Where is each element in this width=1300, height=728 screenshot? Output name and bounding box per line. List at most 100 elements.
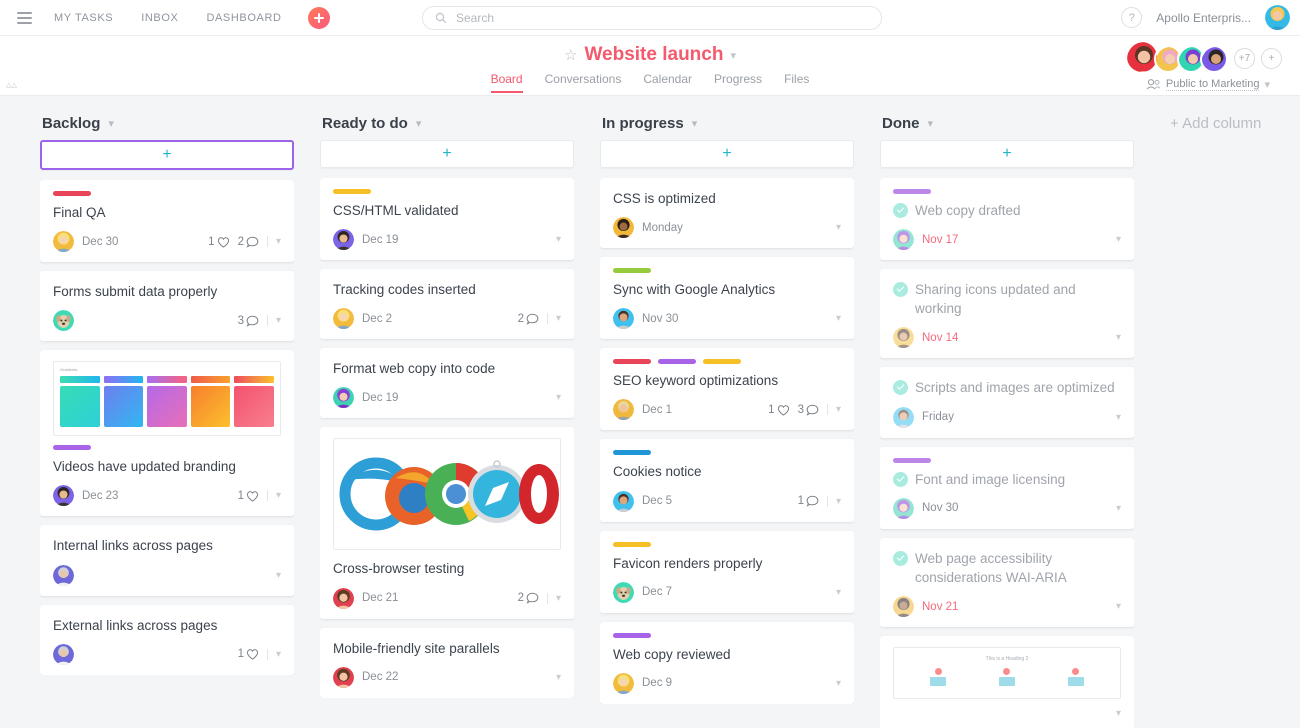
card-like-count[interactable]: 1 bbox=[208, 236, 229, 248]
card-menu-chevron-down-icon[interactable]: ▾ bbox=[1116, 234, 1121, 245]
task-complete-check-icon[interactable] bbox=[893, 282, 908, 298]
search-bar[interactable] bbox=[422, 6, 882, 30]
card-menu-chevron-down-icon[interactable]: ▾ bbox=[276, 315, 281, 326]
card-due-date[interactable]: Dec 30 bbox=[82, 236, 118, 248]
card-due-date[interactable]: Dec 1 bbox=[642, 404, 672, 416]
card-tag[interactable] bbox=[893, 188, 931, 194]
organization-name[interactable]: Apollo Enterpris... bbox=[1156, 11, 1251, 25]
column-title[interactable]: Done bbox=[882, 115, 920, 132]
member-avatar[interactable] bbox=[1200, 44, 1228, 73]
task-card[interactable]: CSS is optimized Monday ▾ bbox=[600, 178, 854, 249]
assignee-avatar[interactable] bbox=[893, 406, 914, 428]
assignee-avatar[interactable] bbox=[53, 485, 74, 507]
assignee-avatar[interactable] bbox=[53, 564, 74, 586]
task-card[interactable]: Favicon renders properly Dec 7 ▾ bbox=[600, 530, 854, 613]
add-card-button[interactable]: + bbox=[40, 140, 294, 170]
card-menu-chevron-down-icon[interactable]: ▾ bbox=[276, 236, 281, 247]
card-menu-chevron-down-icon[interactable]: ▾ bbox=[1116, 332, 1121, 343]
assignee-avatar[interactable] bbox=[53, 231, 74, 253]
card-comment-count[interactable]: 2 bbox=[238, 236, 259, 248]
card-menu-chevron-down-icon[interactable]: ▾ bbox=[556, 672, 561, 683]
card-menu-chevron-down-icon[interactable]: ▾ bbox=[836, 404, 841, 415]
card-comment-count[interactable]: 3 bbox=[238, 315, 259, 327]
task-card[interactable]: Web copy reviewed Dec 9 ▾ bbox=[600, 621, 854, 704]
card-menu-chevron-down-icon[interactable]: ▾ bbox=[836, 313, 841, 324]
assignee-avatar[interactable] bbox=[333, 666, 354, 688]
project-privacy[interactable]: Public to Marketing ▾ bbox=[1146, 78, 1270, 91]
card-menu-chevron-down-icon[interactable]: ▾ bbox=[556, 313, 561, 324]
tab-calendar[interactable]: Calendar bbox=[643, 72, 692, 93]
card-attachment-preview[interactable]: Gradients bbox=[53, 361, 281, 437]
task-card[interactable]: CSS/HTML validated Dec 19 ▾ bbox=[320, 178, 574, 261]
column-title[interactable]: In progress bbox=[602, 115, 684, 132]
task-card[interactable]: Format web copy into code Dec 19 ▾ bbox=[320, 348, 574, 419]
card-menu-chevron-down-icon[interactable]: ▾ bbox=[556, 593, 561, 604]
column-title[interactable]: Ready to do bbox=[322, 115, 408, 132]
assignee-avatar[interactable] bbox=[333, 308, 354, 330]
card-tag[interactable] bbox=[613, 541, 651, 547]
task-card[interactable]: Forms submit data properly 3 ▾ bbox=[40, 271, 294, 342]
card-due-date[interactable]: Dec 23 bbox=[82, 490, 118, 502]
card-like-count[interactable]: 1 bbox=[238, 648, 259, 660]
search-input[interactable] bbox=[456, 11, 869, 25]
card-due-date[interactable]: Dec 19 bbox=[362, 392, 398, 404]
assignee-avatar[interactable] bbox=[893, 229, 914, 251]
add-card-button[interactable]: + bbox=[600, 140, 854, 168]
card-tag[interactable] bbox=[53, 445, 91, 451]
task-card[interactable]: This is a Heading 2 ▾ bbox=[880, 636, 1134, 728]
card-due-date[interactable]: Dec 9 bbox=[642, 677, 672, 689]
card-due-date[interactable]: Nov 30 bbox=[922, 502, 958, 514]
card-tag[interactable] bbox=[703, 359, 741, 365]
tab-board[interactable]: Board bbox=[490, 72, 523, 93]
assignee-avatar[interactable] bbox=[333, 587, 354, 609]
add-column-button[interactable]: + Add column bbox=[1160, 97, 1263, 728]
assignee-avatar[interactable] bbox=[613, 308, 634, 330]
card-comment-count[interactable]: 1 bbox=[798, 495, 819, 507]
card-menu-chevron-down-icon[interactable]: ▾ bbox=[1116, 601, 1121, 612]
card-comment-count[interactable]: 2 bbox=[518, 313, 539, 325]
tab-conversations[interactable]: Conversations bbox=[545, 72, 622, 93]
task-card[interactable]: Final QA Dec 30 1 2 ▾ bbox=[40, 180, 294, 263]
card-due-date[interactable]: Dec 2 bbox=[362, 313, 392, 325]
card-due-date[interactable]: Monday bbox=[642, 222, 683, 234]
card-attachment-preview[interactable]: This is a Heading 2 bbox=[893, 647, 1121, 700]
task-complete-check-icon[interactable] bbox=[893, 550, 908, 566]
card-due-date[interactable]: Dec 21 bbox=[362, 592, 398, 604]
task-card[interactable]: Cookies notice Dec 5 1 ▾ bbox=[600, 439, 854, 522]
assignee-avatar[interactable] bbox=[893, 327, 914, 349]
favorite-star-icon[interactable]: ☆ bbox=[564, 48, 577, 63]
card-due-date[interactable]: Dec 7 bbox=[642, 586, 672, 598]
card-tag[interactable] bbox=[613, 632, 651, 638]
task-card[interactable]: Sync with Google Analytics Nov 30 ▾ bbox=[600, 257, 854, 340]
task-card[interactable]: Web page accessibility considerations WA… bbox=[880, 537, 1134, 628]
card-menu-chevron-down-icon[interactable]: ▾ bbox=[836, 587, 841, 598]
column-menu-chevron-down-icon[interactable]: ▾ bbox=[692, 117, 698, 130]
card-due-date[interactable]: Nov 21 bbox=[922, 601, 958, 613]
card-due-date[interactable]: Nov 14 bbox=[922, 332, 958, 344]
card-menu-chevron-down-icon[interactable]: ▾ bbox=[556, 392, 561, 403]
column-menu-chevron-down-icon[interactable]: ▾ bbox=[416, 117, 422, 130]
assignee-avatar[interactable] bbox=[613, 217, 634, 239]
page-title[interactable]: Website launch bbox=[584, 44, 723, 66]
card-comment-count[interactable]: 2 bbox=[518, 592, 539, 604]
nav-inbox[interactable]: INBOX bbox=[141, 12, 178, 24]
assignee-avatar[interactable] bbox=[613, 399, 634, 421]
task-card[interactable]: External links across pages 1 ▾ bbox=[40, 604, 294, 675]
card-tag[interactable] bbox=[613, 359, 651, 365]
task-card[interactable]: Sharing icons updated and working Nov 14 ▾ bbox=[880, 269, 1134, 359]
card-menu-chevron-down-icon[interactable]: ▾ bbox=[1116, 503, 1121, 514]
assignee-avatar[interactable] bbox=[53, 643, 74, 665]
card-tag[interactable] bbox=[613, 268, 651, 274]
task-card[interactable]: Web copy drafted Nov 17 ▾ bbox=[880, 177, 1134, 261]
user-avatar[interactable] bbox=[1265, 5, 1290, 30]
tab-files[interactable]: Files bbox=[784, 72, 809, 93]
add-member-button[interactable]: + bbox=[1261, 48, 1282, 69]
member-overflow-count[interactable]: +7 bbox=[1234, 48, 1255, 69]
tab-progress[interactable]: Progress bbox=[714, 72, 762, 93]
card-tag[interactable] bbox=[53, 191, 91, 196]
card-due-date[interactable]: Dec 22 bbox=[362, 671, 398, 683]
card-tag[interactable] bbox=[893, 457, 931, 463]
task-card[interactable]: Scripts and images are optimized Friday ▾ bbox=[880, 367, 1134, 438]
card-tag[interactable] bbox=[333, 189, 371, 194]
task-card[interactable]: Font and image licensing Nov 30 ▾ bbox=[880, 446, 1134, 529]
